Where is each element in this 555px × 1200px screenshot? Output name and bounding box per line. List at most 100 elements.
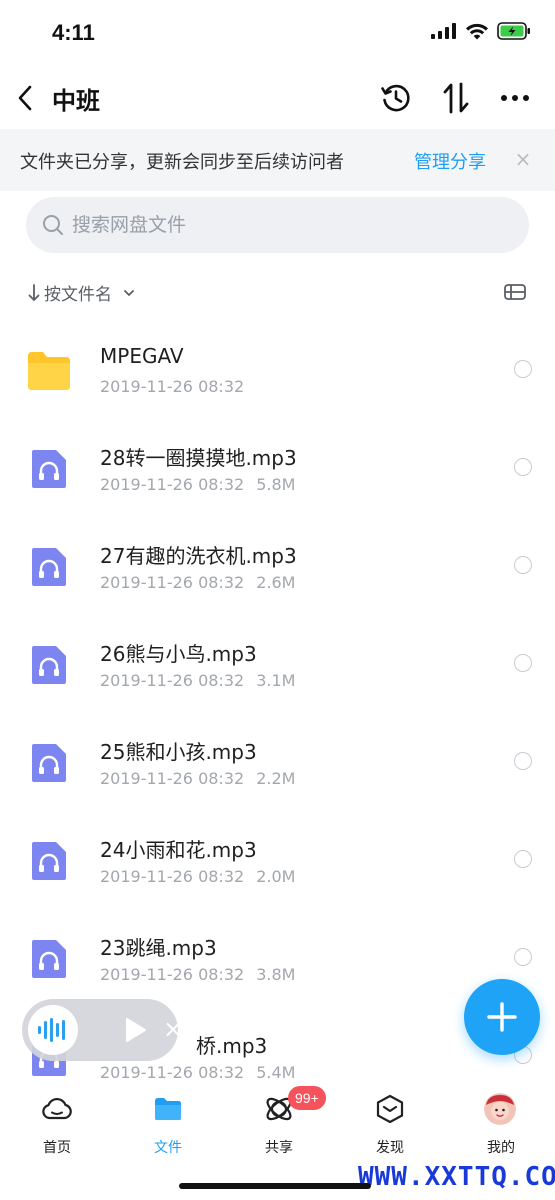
file-name: 27有趣的洗衣机.mp3 — [100, 544, 297, 568]
arrow-down-icon — [28, 283, 40, 301]
file-size: 3.8M — [256, 965, 296, 984]
search-input[interactable] — [72, 214, 492, 236]
wifi-icon — [466, 23, 488, 39]
file-row[interactable]: 25熊和小孩.mp3 2019-11-26 08:32 2.2M — [0, 714, 555, 812]
select-checkbox[interactable] — [514, 948, 532, 966]
signal-icon — [431, 23, 456, 39]
chevron-left-icon — [18, 85, 32, 111]
file-row[interactable]: 28转一圈摸摸地.mp3 2019-11-26 08:32 5.8M — [0, 420, 555, 518]
tab-discover[interactable]: 发现 — [350, 1093, 430, 1156]
audio-file-icon — [32, 450, 66, 488]
audio-file-icon — [32, 744, 66, 782]
file-date: 2019-11-26 08:32 — [100, 867, 245, 886]
file-date: 2019-11-26 08:32 — [100, 377, 245, 396]
share-banner-text: 文件夹已分享，更新会同步至后续访问者 — [20, 152, 344, 173]
file-date: 2019-11-26 08:32 — [100, 475, 245, 494]
file-date: 2019-11-26 08:32 — [100, 1063, 245, 1082]
file-name: 25熊和小孩.mp3 — [100, 740, 257, 764]
file-meta: 2019-11-26 08:32 3.8M — [100, 965, 295, 984]
select-checkbox[interactable] — [514, 458, 532, 476]
audio-wave-icon[interactable] — [28, 1005, 78, 1055]
player-close-button[interactable]: × — [160, 1015, 186, 1043]
select-checkbox[interactable] — [514, 556, 532, 574]
more-button[interactable] — [495, 78, 535, 118]
file-meta: 2019-11-26 08:32 5.4M — [100, 1063, 295, 1082]
status-bar: 4:11 — [0, 0, 555, 70]
audio-file-icon — [32, 940, 66, 978]
watermark: WWW.XXTTQ.COM — [358, 1162, 555, 1192]
tab-home[interactable]: 首页 — [17, 1093, 97, 1156]
file-name: MPEGAV — [100, 344, 184, 368]
sort-arrows-icon — [443, 82, 469, 114]
folder-icon — [28, 352, 70, 390]
file-row[interactable]: 26熊与小鸟.mp3 2019-11-26 08:32 3.1M — [0, 616, 555, 714]
mini-player[interactable]: × — [22, 999, 183, 1061]
file-date: 2019-11-26 08:32 — [100, 671, 245, 690]
folder-icon — [152, 1093, 184, 1125]
audio-file-icon — [32, 842, 66, 880]
status-icons — [431, 22, 531, 40]
file-row[interactable]: MPEGAV 2019-11-26 08:32 — [0, 322, 555, 420]
plus-icon — [487, 1002, 517, 1032]
select-checkbox[interactable] — [514, 850, 532, 868]
tab-label: 我的 — [487, 1140, 515, 1156]
battery-icon — [497, 22, 530, 40]
banner-close-button[interactable]: × — [512, 147, 534, 171]
file-meta: 2019-11-26 08:32 5.8M — [100, 475, 295, 494]
file-date: 2019-11-26 08:32 — [100, 965, 245, 984]
file-list: MPEGAV 2019-11-26 08:32 28转一圈摸摸地.mp3 201… — [0, 322, 555, 1106]
file-size: 5.4M — [256, 1063, 296, 1082]
home-indicator[interactable] — [179, 1183, 371, 1189]
chevron-down-icon — [124, 289, 134, 296]
tab-label: 发现 — [376, 1140, 404, 1156]
search-box[interactable] — [26, 197, 529, 253]
file-date: 2019-11-26 08:32 — [100, 769, 245, 788]
file-row[interactable]: 24小雨和花.mp3 2019-11-26 08:32 2.0M — [0, 812, 555, 910]
file-row[interactable]: 27有趣的洗衣机.mp3 2019-11-26 08:32 2.6M — [0, 518, 555, 616]
cloud-icon — [41, 1093, 73, 1125]
file-name: 28转一圈摸摸地.mp3 — [100, 446, 297, 470]
add-button[interactable] — [464, 979, 540, 1055]
more-dots-icon — [501, 95, 529, 101]
nav-bar: 中班 — [0, 70, 555, 128]
tab-label: 共享 — [265, 1140, 293, 1156]
file-name: 桥.mp3 — [196, 1034, 268, 1058]
discover-icon — [374, 1093, 406, 1125]
file-meta: 2019-11-26 08:32 2.6M — [100, 573, 295, 592]
file-name: 24小雨和花.mp3 — [100, 838, 257, 862]
file-size: 2.6M — [256, 573, 296, 592]
share-banner: 文件夹已分享，更新会同步至后续访问者 管理分享 × — [0, 129, 555, 191]
back-button[interactable] — [10, 78, 40, 118]
file-meta: 2019-11-26 08:32 3.1M — [100, 671, 295, 690]
sort-order-button[interactable] — [436, 78, 476, 118]
file-date: 2019-11-26 08:32 — [100, 573, 245, 592]
status-time: 4:11 — [52, 20, 95, 45]
share-count-badge: 99+ — [288, 1086, 326, 1110]
sort-row: 按文件名 — [0, 272, 555, 312]
select-checkbox[interactable] — [514, 360, 532, 378]
tab-label: 文件 — [154, 1140, 182, 1156]
file-size: 2.2M — [256, 769, 296, 788]
page-title: 中班 — [52, 87, 100, 115]
play-icon[interactable] — [122, 1017, 148, 1043]
select-checkbox[interactable] — [514, 752, 532, 770]
audio-file-icon — [32, 646, 66, 684]
manage-share-link[interactable]: 管理分享 — [414, 148, 486, 174]
search-icon — [42, 214, 64, 236]
tab-files[interactable]: 文件 — [128, 1093, 208, 1156]
audio-file-icon — [32, 548, 66, 586]
history-button[interactable] — [376, 78, 416, 118]
file-meta: 2019-11-26 08:32 — [100, 377, 244, 396]
sort-by-name-button[interactable]: 按文件名 — [28, 280, 136, 305]
file-size: 2.0M — [256, 867, 296, 886]
file-meta: 2019-11-26 08:32 2.0M — [100, 867, 295, 886]
view-mode-icon[interactable] — [503, 282, 527, 302]
history-icon — [381, 84, 410, 112]
avatar[interactable] — [484, 1093, 516, 1125]
sort-label: 按文件名 — [44, 285, 112, 305]
select-checkbox[interactable] — [514, 654, 532, 672]
file-size: 5.8M — [256, 475, 296, 494]
file-name: 26熊与小鸟.mp3 — [100, 642, 257, 666]
file-name: 23跳绳.mp3 — [100, 936, 217, 960]
tab-label: 首页 — [43, 1140, 71, 1156]
